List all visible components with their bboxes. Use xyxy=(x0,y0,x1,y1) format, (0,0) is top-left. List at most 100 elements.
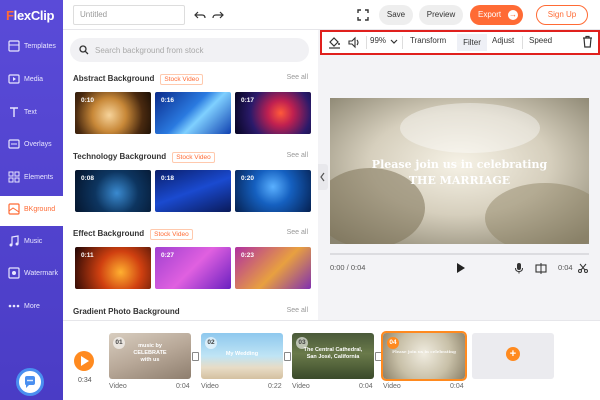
export-button[interactable]: Export → xyxy=(470,5,523,25)
sidebar-item-bkground[interactable]: BKground xyxy=(0,196,63,226)
signup-button[interactable]: Sign Up xyxy=(536,5,588,25)
chat-button[interactable] xyxy=(16,368,44,396)
abstract-thumbnail[interactable]: 0:16 xyxy=(155,92,231,134)
preview-button[interactable]: Preview xyxy=(419,5,463,25)
chevron-left-icon xyxy=(320,172,325,182)
video-canvas[interactable]: Please join us in celebrating THE MARRIA… xyxy=(330,98,589,244)
effect-thumbnail[interactable]: 0:11 xyxy=(75,247,151,289)
clip-label: Video xyxy=(201,383,219,390)
technology-thumbnail[interactable]: 0:18 xyxy=(155,170,231,212)
search-icon xyxy=(79,45,89,55)
clip-duration: 0:22 xyxy=(268,383,282,390)
search-input[interactable]: Search background from stock xyxy=(70,38,309,62)
stock-video-badge: Stock Video xyxy=(160,74,203,85)
clip-thumbnail-text: Please join us in celebrating xyxy=(392,349,456,354)
watermark-icon xyxy=(8,267,20,279)
technology-thumbnail[interactable]: 0:08 xyxy=(75,170,151,212)
filter-button[interactable]: Filter xyxy=(457,34,487,51)
redo-icon[interactable] xyxy=(212,9,224,21)
chevron-down-icon[interactable] xyxy=(390,39,398,45)
clip-number: 02 xyxy=(205,337,217,349)
zoom-value[interactable]: 99% xyxy=(370,36,386,45)
add-clip-button[interactable] xyxy=(472,333,554,379)
effect-thumbnail[interactable]: 0:27 xyxy=(155,247,231,289)
elements-icon xyxy=(8,171,20,183)
background-panel: Search background from stock Abstract Ba… xyxy=(63,30,318,320)
sidebar-item-elements[interactable]: Elements xyxy=(0,164,63,194)
timeline: 0:34 01 music by CELEBRATE with us Video… xyxy=(63,320,600,400)
top-header: Untitled Save Preview Export → Sign Up xyxy=(63,0,600,30)
see-all-link[interactable]: See all xyxy=(287,229,308,236)
export-label: Export xyxy=(478,10,502,19)
sidebar-item-templates[interactable]: Templates xyxy=(0,33,63,63)
sidebar-item-watermark[interactable]: Watermark xyxy=(0,260,63,290)
sidebar-item-label: Text xyxy=(24,109,37,116)
sidebar-item-text[interactable]: Text xyxy=(0,99,63,129)
timeline-current-time: 0:34 xyxy=(78,377,92,384)
clip-label: Video xyxy=(292,383,310,390)
scissors-icon[interactable] xyxy=(578,263,588,273)
transition-icon[interactable] xyxy=(375,352,382,361)
volume-icon[interactable] xyxy=(348,36,361,49)
timeline-clip[interactable]: 03 The Central Cathedral, San José, Cali… xyxy=(292,333,374,379)
stock-video-badge: Stock Video xyxy=(150,229,193,240)
see-all-link[interactable]: See all xyxy=(287,74,308,81)
transition-icon[interactable] xyxy=(284,352,291,361)
playback-progress-bar[interactable] xyxy=(330,253,589,255)
timeline-clip[interactable]: 01 music by CELEBRATE with us xyxy=(109,333,191,379)
timeline-clip-selected[interactable]: 04 Please join us in celebrating xyxy=(381,331,467,381)
sidebar-item-music[interactable]: Music xyxy=(0,228,63,258)
clip-number: 04 xyxy=(387,337,399,349)
clip-toolbar: 99% Transform Filter Adjust Speed xyxy=(320,30,600,55)
overlays-icon xyxy=(8,139,20,149)
clip-duration: 0:04 xyxy=(558,263,573,272)
text-icon xyxy=(10,107,18,117)
transition-icon[interactable] xyxy=(192,352,199,361)
clip-duration: 0:04 xyxy=(176,383,190,390)
section-title-gradient-photo: Gradient Photo Background xyxy=(73,307,180,316)
clip-thumbnail-text: The Central Cathedral, San José, Califor… xyxy=(303,347,363,361)
sidebar-item-media[interactable]: Media xyxy=(0,66,63,96)
clip-duration: 0:04 xyxy=(359,383,373,390)
sidebar-item-overlays[interactable]: Overlays xyxy=(0,131,63,161)
sidebar-item-label: Watermark xyxy=(24,270,58,277)
technology-thumbnail[interactable]: 0:20 xyxy=(235,170,311,212)
aspect-ratio-icon[interactable] xyxy=(535,263,547,274)
canvas-text-line2[interactable]: THE MARRIAGE xyxy=(330,174,589,187)
flexclip-logo[interactable]: FlexClip xyxy=(6,8,54,23)
sidebar-item-label: Media xyxy=(24,76,44,83)
timeline-clip[interactable]: 02 My Wedding xyxy=(201,333,283,379)
section-title-abstract: Abstract Background Stock Video xyxy=(73,74,203,85)
timeline-play-button[interactable] xyxy=(74,351,94,371)
sidebar-item-more[interactable]: More xyxy=(0,293,63,323)
speed-button[interactable]: Speed xyxy=(529,36,552,45)
transform-button[interactable]: Transform xyxy=(410,36,446,45)
adjust-button[interactable]: Adjust xyxy=(492,36,514,45)
project-title-input[interactable]: Untitled xyxy=(73,5,185,25)
play-icon[interactable] xyxy=(456,262,466,274)
canvas-text-line1[interactable]: Please join us in celebrating xyxy=(330,158,589,171)
collapse-panel-handle[interactable] xyxy=(318,164,328,190)
abstract-thumbnail[interactable]: 0:17 xyxy=(235,92,311,134)
templates-icon xyxy=(8,40,20,52)
trash-icon[interactable] xyxy=(582,35,593,48)
see-all-link[interactable]: See all xyxy=(287,152,308,159)
more-icon xyxy=(8,304,20,308)
sidebar-item-label: Music xyxy=(24,238,43,245)
fullscreen-icon[interactable] xyxy=(357,9,369,21)
effect-thumbnail[interactable]: 0:23 xyxy=(235,247,311,289)
see-all-link[interactable]: See all xyxy=(287,307,308,314)
fill-bucket-icon[interactable] xyxy=(328,36,341,49)
sidebar-item-label: More xyxy=(24,303,40,310)
section-title-effect: Effect Background Stock Video xyxy=(73,229,193,240)
microphone-icon[interactable] xyxy=(514,262,524,274)
sidebar-item-label: Overlays xyxy=(24,141,52,148)
arrow-right-icon: → xyxy=(508,10,518,20)
toolbar-divider xyxy=(366,36,367,49)
media-icon xyxy=(8,74,20,84)
clip-label: Video xyxy=(383,383,401,390)
abstract-thumbnail[interactable]: 0:10 xyxy=(75,92,151,134)
save-button[interactable]: Save xyxy=(379,5,413,25)
sidebar-item-label: Templates xyxy=(24,43,56,50)
undo-icon[interactable] xyxy=(194,9,206,21)
